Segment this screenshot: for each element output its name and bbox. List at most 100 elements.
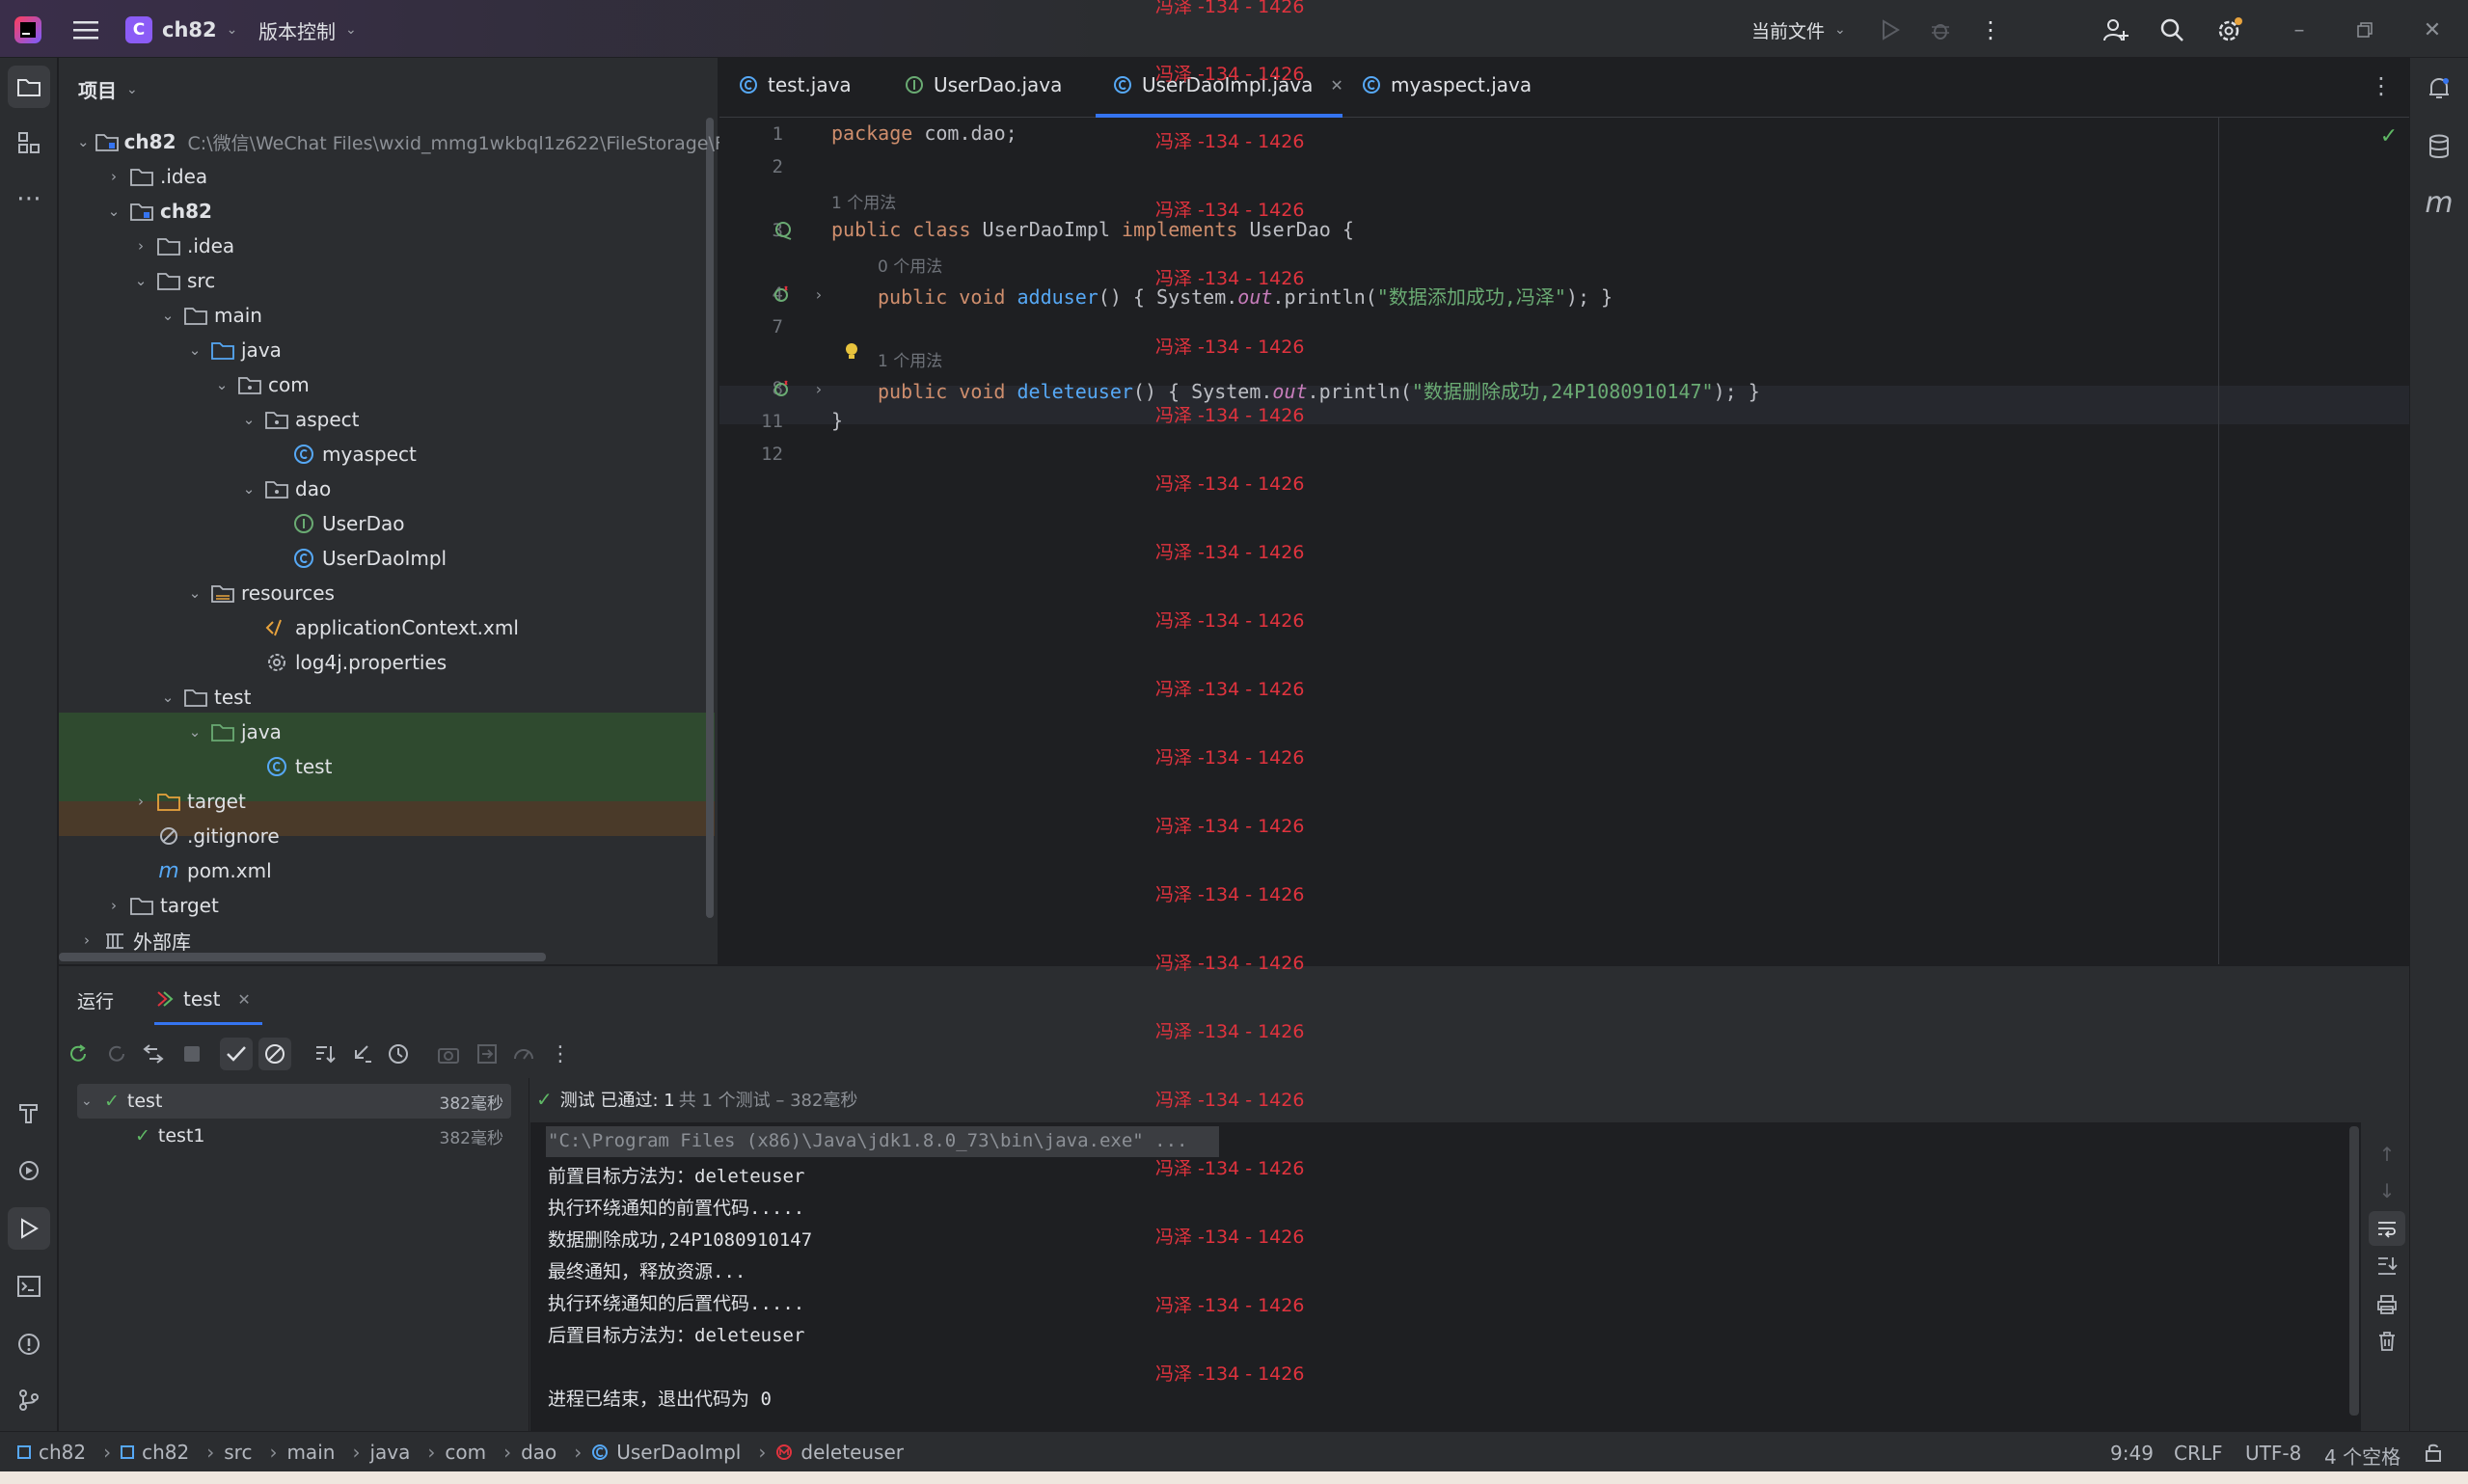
implements-gutter-icon[interactable] <box>772 218 797 243</box>
tree-item[interactable]: ⌄ test <box>60 680 716 715</box>
sort-duration-icon[interactable] <box>347 1039 376 1068</box>
tree-item[interactable]: applicationContext.xml <box>60 610 716 645</box>
screenshot-icon[interactable] <box>434 1039 463 1068</box>
console-output[interactable] <box>530 1122 2361 1431</box>
close-tab-icon[interactable]: ✕ <box>237 990 250 1009</box>
more-vertical-icon[interactable]: ⋮ <box>1971 11 2010 49</box>
tree-item[interactable]: › 外部库 <box>60 923 716 958</box>
minimize-icon[interactable]: – <box>2280 11 2319 49</box>
tree-item[interactable]: ⌄ src <box>60 263 716 298</box>
close-icon[interactable]: ✕ <box>2413 11 2452 49</box>
run-tool-icon[interactable] <box>8 1207 50 1250</box>
override-gutter-icon[interactable] <box>770 376 795 401</box>
breadcrumb-item[interactable]: ch82 <box>17 1441 86 1464</box>
code-line-1[interactable]: package com.dao; <box>831 121 1017 145</box>
breadcrumb-item[interactable]: com <box>445 1441 486 1464</box>
usage-hint[interactable]: 1 个用法 <box>831 189 896 213</box>
sort-alpha-icon[interactable] <box>311 1039 339 1068</box>
override-gutter-icon[interactable] <box>770 282 795 307</box>
tree-item[interactable]: test <box>60 749 716 784</box>
code-line-11[interactable]: } <box>831 409 843 432</box>
tree-item[interactable]: › target <box>60 888 716 923</box>
history-icon[interactable] <box>384 1039 413 1068</box>
arrow-down-icon[interactable]: ↓ <box>2373 1176 2401 1205</box>
breadcrumb-item[interactable]: main <box>286 1441 335 1464</box>
close-tab-icon[interactable]: ✕ <box>1330 76 1342 94</box>
stop-icon[interactable] <box>177 1039 206 1068</box>
tab-test-java[interactable]: test.java <box>739 73 852 96</box>
indent-setting[interactable]: 4 个空格 <box>2324 1442 2400 1470</box>
project-selector[interactable]: C ch82 ⌄ <box>125 13 237 46</box>
more-vertical-icon[interactable]: ⋮ <box>546 1039 575 1068</box>
file-encoding[interactable]: UTF-8 <box>2245 1442 2301 1465</box>
services-icon[interactable] <box>8 1149 50 1192</box>
breadcrumb-item[interactable]: ch82 <box>121 1441 189 1464</box>
usage-hint[interactable]: 1 个用法 <box>878 347 942 371</box>
toggle-auto-test-icon[interactable] <box>139 1039 168 1068</box>
tree-item[interactable]: ⌄ ch82 <box>60 194 716 229</box>
breadcrumb-item[interactable]: deleteuser <box>775 1441 904 1464</box>
app-logo-icon[interactable] <box>12 13 44 46</box>
tree-item[interactable]: › .idea <box>60 229 716 263</box>
import-tests-icon[interactable] <box>473 1039 502 1068</box>
structure-icon[interactable] <box>8 121 50 164</box>
tab-options-icon[interactable]: ⋮ <box>2367 71 2396 100</box>
tree-item[interactable]: log4j.properties <box>60 645 716 680</box>
show-ignored-icon[interactable] <box>258 1038 291 1070</box>
tree-item[interactable]: ⌄ resources <box>60 576 716 610</box>
folder-icon[interactable] <box>8 66 50 108</box>
run-icon[interactable] <box>1871 11 1910 49</box>
lock-icon[interactable] <box>2421 1440 2446 1465</box>
line-separator[interactable]: CRLF <box>2174 1442 2223 1465</box>
tree-item[interactable]: ⌄ main <box>60 298 716 333</box>
git-icon[interactable] <box>8 1379 50 1421</box>
tree-item[interactable]: ⌄ com <box>60 367 716 402</box>
terminal-icon[interactable] <box>8 1265 50 1308</box>
more-horizontal-icon[interactable]: ⋯ <box>8 177 50 220</box>
tab-userdao-java[interactable]: UserDao.java <box>905 73 1062 96</box>
breadcrumb-item[interactable]: src <box>224 1441 252 1464</box>
code-line-8[interactable]: public void deleteuser() { System.out.pr… <box>878 376 1760 404</box>
tree-item[interactable]: myaspect <box>60 437 716 472</box>
tree-item[interactable]: ⌄ dao <box>60 472 716 506</box>
fold-chevron-icon[interactable]: › <box>808 376 829 401</box>
usage-hint[interactable]: 0 个用法 <box>878 253 942 277</box>
tree-item[interactable]: ⌄ aspect <box>60 402 716 437</box>
rerun-icon[interactable] <box>64 1039 93 1068</box>
tree-item[interactable]: UserDao <box>60 506 716 541</box>
breadcrumb-item[interactable]: UserDaoImpl <box>591 1441 741 1464</box>
console-scrollbar[interactable] <box>2349 1126 2359 1416</box>
build-icon[interactable] <box>8 1092 50 1134</box>
test-tree-item-test1[interactable]: ✓ test1 382毫秒 <box>81 1119 511 1153</box>
tab-myaspect-java[interactable]: myaspect.java <box>1362 73 1532 96</box>
show-passed-icon[interactable] <box>220 1038 253 1070</box>
rerun-failed-icon[interactable] <box>102 1039 131 1068</box>
breadcrumb-item[interactable]: java <box>369 1441 410 1464</box>
coverage-icon[interactable] <box>509 1039 538 1068</box>
add-user-icon[interactable] <box>2097 11 2135 49</box>
breadcrumb-item[interactable]: dao <box>521 1441 556 1464</box>
search-icon[interactable] <box>2153 11 2191 49</box>
fold-chevron-icon[interactable]: › <box>808 282 829 307</box>
tree-item-root[interactable]: ⌄ ch82 C:\微信\WeChat Files\wxid_mmg1wkbql… <box>60 124 725 159</box>
tree-item[interactable]: .gitignore <box>60 819 716 853</box>
run-tab-test[interactable]: test ✕ <box>154 982 251 1016</box>
tree-item[interactable]: m pom.xml <box>60 853 716 888</box>
caret-position[interactable]: 9:49 <box>2110 1442 2154 1465</box>
vcs-menu[interactable]: 版本控制 ⌄ <box>258 13 357 46</box>
tree-item[interactable]: › .idea <box>60 159 716 194</box>
tree-item[interactable]: UserDaoImpl <box>60 541 716 576</box>
run-config-selector[interactable]: 当前文件 ⌄ <box>1751 13 1846 46</box>
maven-icon[interactable]: m <box>2418 181 2460 224</box>
debug-icon[interactable] <box>1921 11 1960 49</box>
print-icon[interactable] <box>2373 1290 2401 1319</box>
project-panel-header[interactable]: 项目 ⌄ <box>78 75 138 103</box>
restore-icon[interactable] <box>2346 11 2384 49</box>
problems-icon[interactable] <box>8 1323 50 1365</box>
test-tree-item-test[interactable]: ⌄ ✓ test 382毫秒 <box>81 1084 511 1119</box>
soft-wrap-icon[interactable] <box>2369 1211 2405 1246</box>
tree-item[interactable]: › target <box>60 784 716 819</box>
database-icon[interactable] <box>2418 125 2460 168</box>
notifications-icon[interactable] <box>2418 67 2460 110</box>
main-menu-icon[interactable] <box>69 13 102 46</box>
